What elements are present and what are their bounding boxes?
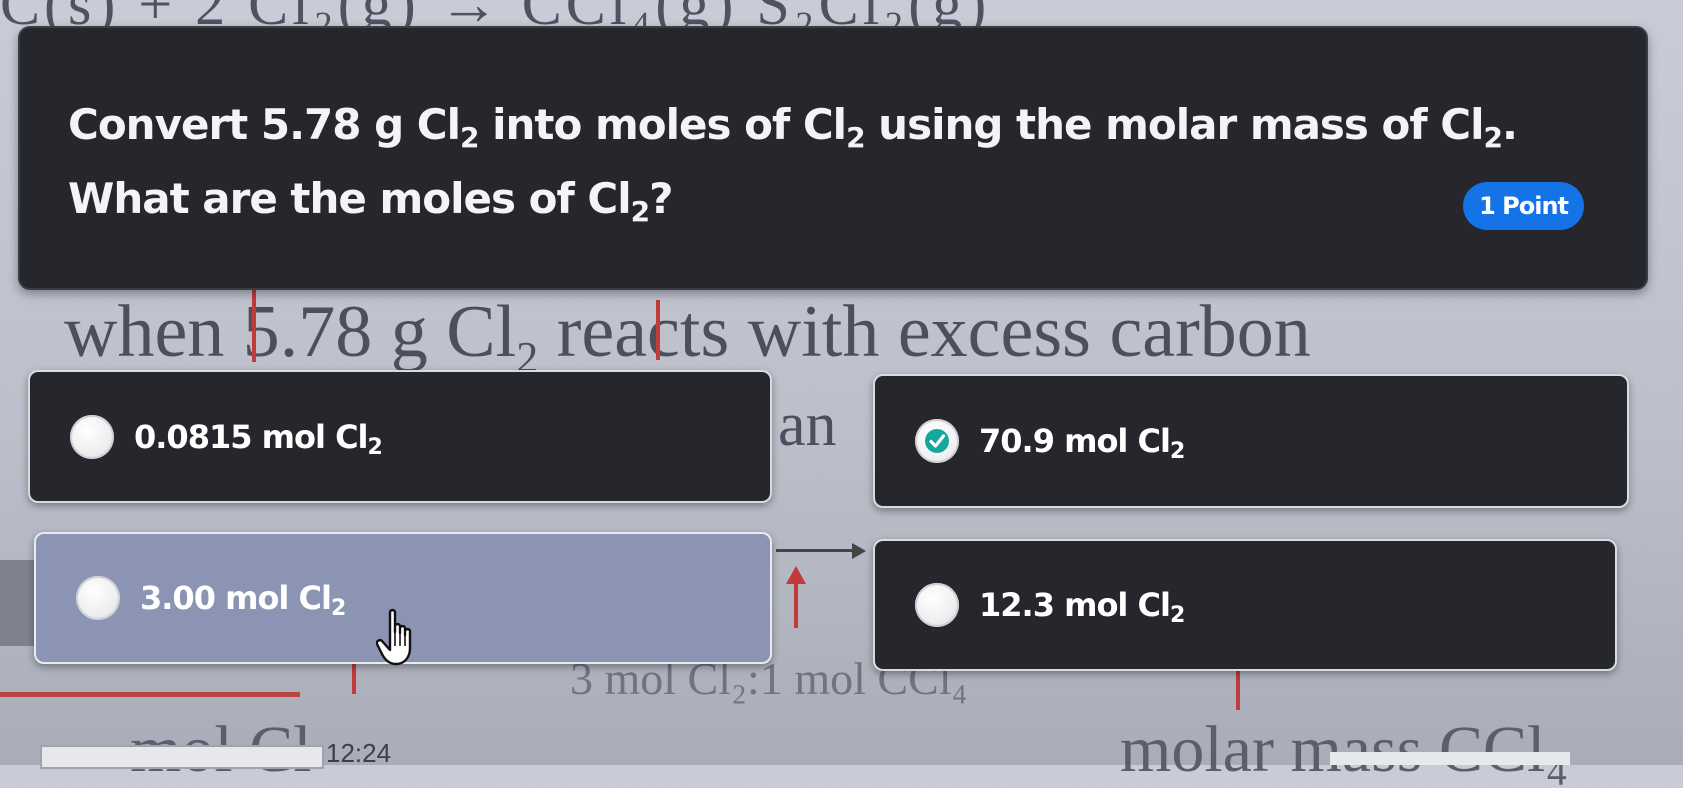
answer-option-4[interactable]: 12.3 mol Cl2 [873,539,1617,671]
background-left-strip [0,560,34,646]
background-mass: 5.78 g Cl2 [242,291,539,382]
background-footer-text-right: molar mass CCl₄ [1120,713,1569,786]
radio-button-icon[interactable] [70,414,114,459]
video-timestamp: 12:24 [326,738,392,768]
background-arrow-head [852,543,866,559]
check-icon [925,429,949,453]
answer-label: 3.00 mol Cl2 [140,579,346,621]
background-word-when: when [64,291,225,373]
background-fragment: an [778,391,837,459]
background-equation: C(s) + 2 Cl₂(g) → CCl₄(g) S₂Cl₂(g) [0,0,991,37]
question-card: Convert 5.78 g Cl2 into moles of Cl2 usi… [18,26,1648,290]
answer-label: 12.3 mol Cl2 [979,586,1185,628]
points-badge: 1 Point [1463,182,1584,230]
background-text-cursor [656,300,660,360]
answer-option-2[interactable]: 70.9 mol Cl2 [873,374,1629,508]
answer-label: 70.9 mol Cl2 [979,422,1185,464]
answer-option-1[interactable]: 0.0815 mol Cl2 [28,370,772,503]
question-text: Convert 5.78 g Cl2 into moles of Cl2 usi… [68,100,1518,228]
radio-button-icon[interactable] [76,576,120,620]
background-reacts-text: reacts with excess carbon [556,291,1311,373]
hand-pointer-icon [376,608,412,666]
background-text-cursor [352,664,356,694]
background-red-line [0,692,300,697]
radio-button-checked-icon[interactable] [915,419,959,463]
background-up-arrow [794,582,798,628]
background-reaction-arrow [776,549,856,552]
background-input-box-right [1330,752,1570,765]
answer-label: 0.0815 mol Cl2 [134,417,383,460]
background-input-box [40,745,324,769]
radio-button-icon[interactable] [915,583,959,627]
